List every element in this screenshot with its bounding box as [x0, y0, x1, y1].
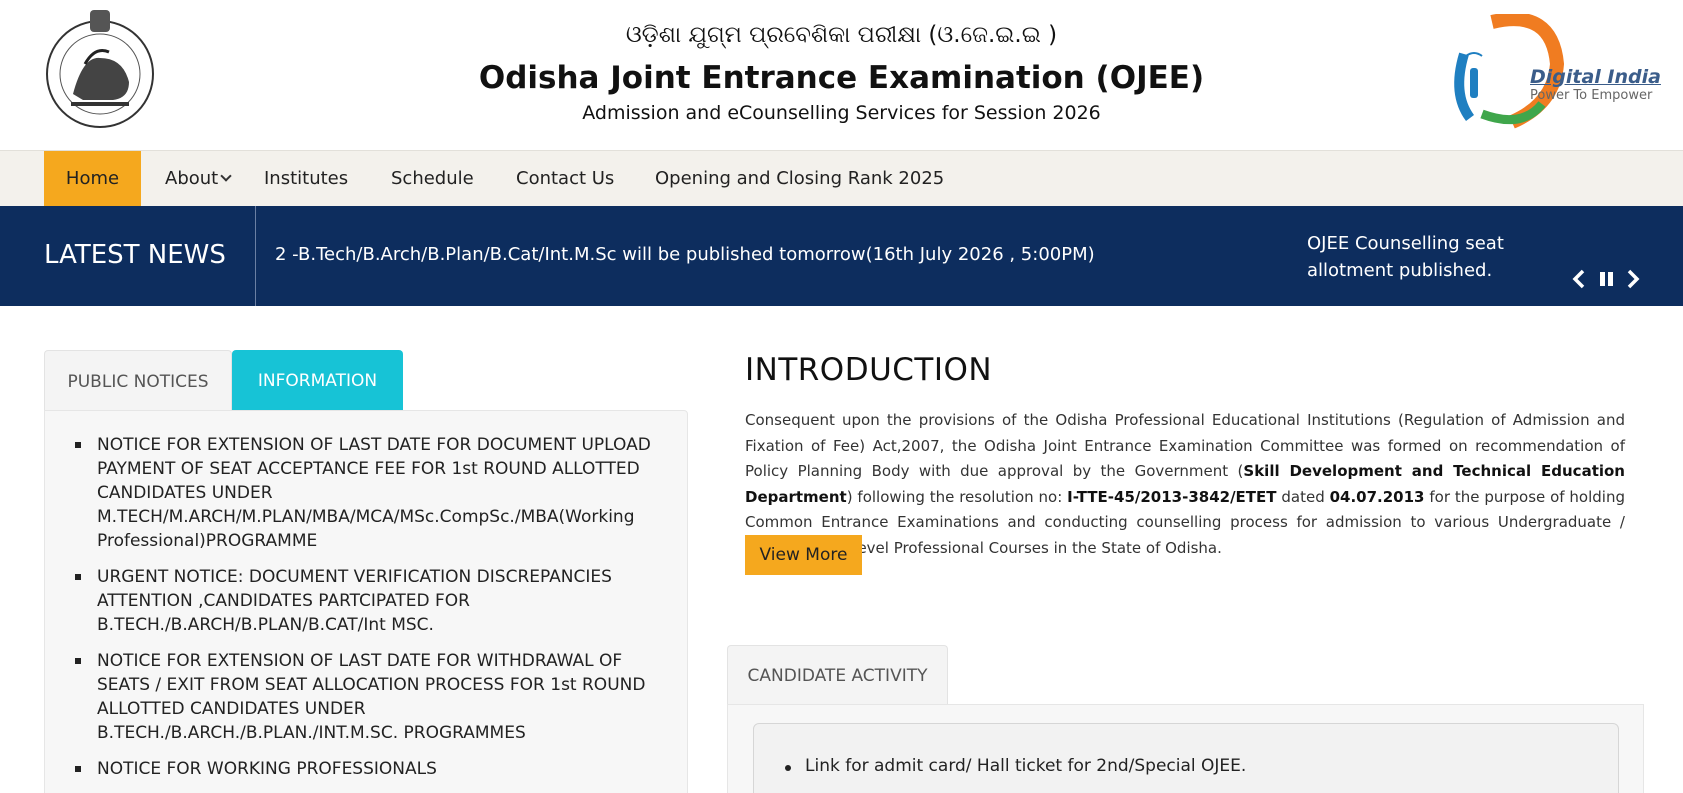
intro-date: 04.07.2013 — [1329, 487, 1425, 506]
notices-panel: NOTICE FOR EXTENSION OF LAST DATE FOR DO… — [44, 410, 688, 793]
main-nav: Home About Institutes Schedule Contact U… — [0, 150, 1683, 207]
introduction-text: Consequent upon the provisions of the Od… — [745, 408, 1625, 561]
chevron-right-icon[interactable] — [1622, 268, 1644, 290]
tab-public-notices[interactable]: PUBLIC NOTICES — [44, 350, 232, 412]
nav-item-label: Institutes — [264, 168, 349, 189]
intro-resolution: I-TTE-45/2013-3842/ETET — [1067, 487, 1277, 506]
tab-candidate-activity[interactable]: CANDIDATE ACTIVITY — [727, 645, 948, 705]
latest-news-label: LATEST NEWS — [44, 240, 226, 270]
nav-item-label: Contact Us — [516, 168, 615, 189]
site-header: ଓଡ଼ିଶା ଯୁଗ୍ମ ପ୍ରବେଶିକା ପରୀକ୍ଷା (ଓ.ଜେ.ଇ.ଇ… — [0, 0, 1683, 150]
nav-item-label: About — [165, 168, 219, 189]
notice-item[interactable]: NOTICE FOR WORKING PROFESSIONALS — [75, 757, 667, 781]
nav-item-opening-closing-rank[interactable]: Opening and Closing Rank 2025 — [655, 151, 944, 207]
digital-india-tagline: Power To Empower — [1530, 88, 1653, 103]
intro-text-part: dated — [1276, 487, 1330, 506]
nav-item-contact-us[interactable]: Contact Us — [516, 151, 614, 207]
notices-list: NOTICE FOR EXTENSION OF LAST DATE FOR DO… — [75, 433, 667, 793]
news-item[interactable]: OJEE Counselling seat allotment publishe… — [1307, 230, 1562, 284]
introduction-heading: INTRODUCTION — [745, 352, 993, 388]
notice-item[interactable]: NOTICE FOR EXTENSION OF LAST DATE FOR DO… — [75, 433, 667, 553]
nav-item-label: Home — [65, 168, 120, 189]
digital-india-name: Digital India — [1530, 66, 1661, 88]
page-title: Odisha Joint Entrance Examination (OJEE) — [478, 60, 1205, 96]
title-block: ଓଡ଼ିଶା ଯୁଗ୍ମ ପ୍ରବେଶିକା ପରୀକ୍ଷା (ଓ.ଜେ.ଇ.ଇ… — [0, 18, 1683, 126]
view-more-button[interactable]: View More — [745, 535, 862, 575]
nav-item-home[interactable]: Home — [44, 151, 141, 207]
news-divider — [255, 206, 256, 306]
pause-icon[interactable] — [1596, 268, 1618, 290]
nav-item-about[interactable]: About — [165, 151, 232, 207]
candidate-activity-panel — [727, 704, 1644, 793]
latest-news-bar: LATEST NEWS 2 -B.Tech/B.Arch/B.Plan/B.Ca… — [0, 206, 1683, 306]
notice-item[interactable]: URGENT NOTICE: DOCUMENT VERIFICATION DIS… — [75, 565, 667, 637]
candidate-activity-link[interactable]: Link for admit card/ Hall ticket for 2nd… — [784, 756, 1246, 776]
chevron-down-icon — [220, 170, 232, 182]
page-subtitle: Admission and eCounselling Services for … — [582, 102, 1101, 124]
nav-item-schedule[interactable]: Schedule — [391, 151, 474, 207]
nav-item-institutes[interactable]: Institutes — [264, 151, 348, 207]
nav-item-label: Schedule — [391, 168, 474, 189]
notices-tabs: PUBLIC NOTICES INFORMATION NOTICE FOR EX… — [44, 350, 688, 793]
intro-text-part: ) following the resolution no: — [846, 487, 1068, 506]
chevron-left-icon[interactable] — [1568, 268, 1590, 290]
nav-item-label: Opening and Closing Rank 2025 — [655, 168, 945, 189]
tab-information[interactable]: INFORMATION — [232, 350, 403, 412]
news-item[interactable]: 2 -B.Tech/B.Arch/B.Plan/B.Cat/Int.M.Sc w… — [275, 244, 1095, 265]
odia-title: ଓଡ଼ିଶା ଯୁଗ୍ମ ପ୍ରବେଶିକା ପରୀକ୍ଷା (ଓ.ଜେ.ଇ.ଇ… — [625, 22, 1058, 48]
notice-item[interactable]: NOTICE FOR EXTENSION OF LAST DATE FOR WI… — [75, 649, 667, 745]
